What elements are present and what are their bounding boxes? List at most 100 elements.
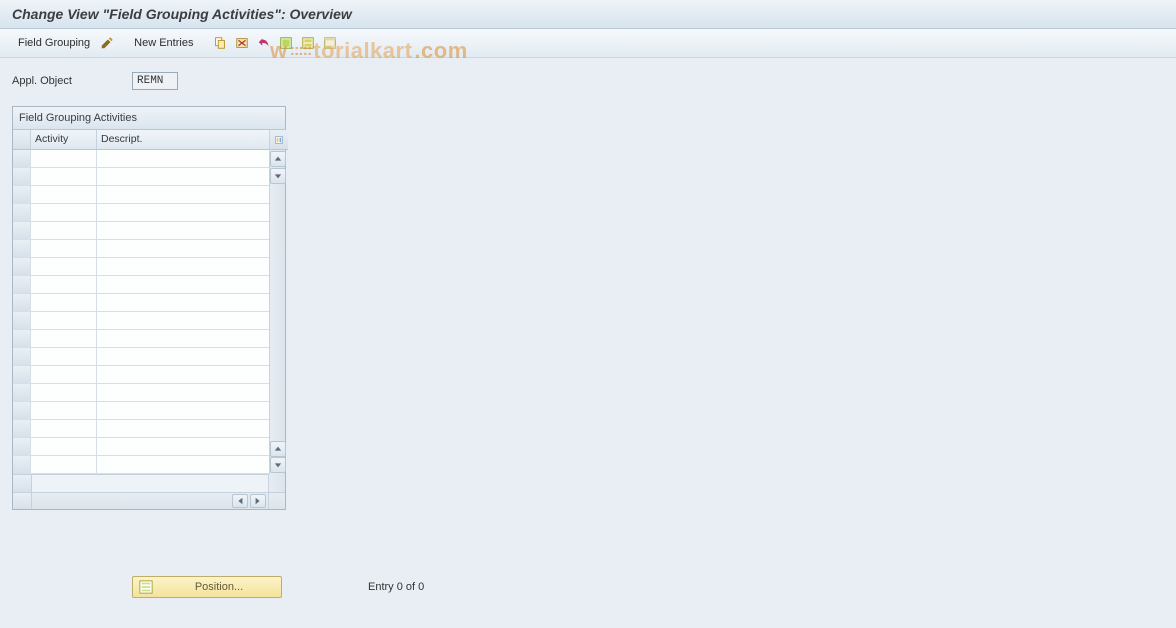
cell-descript[interactable] [97,168,269,186]
cell-activity[interactable] [31,276,97,294]
table-row[interactable] [13,330,269,348]
cell-descript[interactable] [97,150,269,168]
undo-icon[interactable] [255,34,273,52]
cell-activity[interactable] [31,384,97,402]
table-row[interactable] [13,204,269,222]
row-selector[interactable] [13,150,31,168]
cell-activity[interactable] [31,258,97,276]
toggle-change-icon[interactable] [98,34,116,52]
appl-object-field[interactable] [132,72,178,90]
table-row[interactable] [13,384,269,402]
cell-activity[interactable] [31,366,97,384]
cell-descript[interactable] [97,348,269,366]
row-selector[interactable] [13,186,31,204]
table-row[interactable] [13,348,269,366]
table-row[interactable] [13,150,269,168]
cell-descript[interactable] [97,420,269,438]
cell-descript[interactable] [97,438,269,456]
row-selector[interactable] [13,366,31,384]
row-selector[interactable] [13,438,31,456]
position-button[interactable]: Position... [132,576,282,598]
cell-activity[interactable] [31,438,97,456]
position-icon [139,580,153,594]
new-entries-button[interactable]: New Entries [130,35,197,51]
table-row[interactable] [13,366,269,384]
table-row[interactable] [13,456,269,474]
cell-descript[interactable] [97,366,269,384]
row-selector[interactable] [13,294,31,312]
select-block-icon[interactable] [299,34,317,52]
cell-activity[interactable] [31,168,97,186]
app-toolbar: Field Grouping New Entries [0,29,1176,58]
table-row[interactable] [13,240,269,258]
table-settings-icon[interactable] [270,130,288,150]
table-row[interactable] [13,168,269,186]
scroll-down-small-icon[interactable] [270,168,286,184]
cell-activity[interactable] [31,294,97,312]
row-selector[interactable] [13,204,31,222]
cell-descript[interactable] [97,402,269,420]
copy-icon[interactable] [211,34,229,52]
cell-activity[interactable] [31,348,97,366]
vertical-scrollbar[interactable] [269,130,285,474]
cell-descript[interactable] [97,276,269,294]
cell-descript[interactable] [97,204,269,222]
table-row[interactable] [13,312,269,330]
cell-descript[interactable] [97,456,269,474]
row-selector[interactable] [13,348,31,366]
cell-descript[interactable] [97,186,269,204]
row-selector[interactable] [13,456,31,474]
table-row[interactable] [13,186,269,204]
cell-activity[interactable] [31,150,97,168]
cell-activity[interactable] [31,456,97,474]
row-selector[interactable] [13,276,31,294]
deselect-all-icon[interactable] [321,34,339,52]
cell-activity[interactable] [31,330,97,348]
table-row[interactable] [13,420,269,438]
content-area: Appl. Object Field Grouping Activities A… [0,58,1176,520]
cell-activity[interactable] [31,420,97,438]
row-selector[interactable] [13,222,31,240]
delete-icon[interactable] [233,34,251,52]
row-selector[interactable] [13,330,31,348]
table-row[interactable] [13,276,269,294]
scroll-left-icon[interactable] [232,494,248,508]
row-selector[interactable] [13,258,31,276]
row-selector[interactable] [13,312,31,330]
page-title: Change View "Field Grouping Activities":… [12,6,352,22]
column-activity[interactable]: Activity [31,130,97,149]
table-row[interactable] [13,294,269,312]
cell-descript[interactable] [97,222,269,240]
row-selector[interactable] [13,168,31,186]
entry-status: Entry 0 of 0 [368,581,424,593]
cell-descript[interactable] [97,258,269,276]
table-row[interactable] [13,438,269,456]
row-selector[interactable] [13,420,31,438]
scroll-up-bottom-icon[interactable] [270,441,286,457]
cell-activity[interactable] [31,186,97,204]
column-selector[interactable] [13,130,31,149]
table-row[interactable] [13,222,269,240]
horizontal-scrollbar[interactable] [13,492,285,509]
cell-descript[interactable] [97,330,269,348]
cell-descript[interactable] [97,294,269,312]
row-selector[interactable] [13,402,31,420]
cell-descript[interactable] [97,240,269,258]
cell-descript[interactable] [97,384,269,402]
cell-activity[interactable] [31,222,97,240]
cell-descript[interactable] [97,312,269,330]
scroll-down-icon[interactable] [270,457,286,473]
row-selector[interactable] [13,384,31,402]
select-all-icon[interactable] [277,34,295,52]
table-row[interactable] [13,402,269,420]
field-grouping-menu[interactable]: Field Grouping [14,35,94,51]
column-descript[interactable]: Descript. [97,130,269,149]
cell-activity[interactable] [31,204,97,222]
cell-activity[interactable] [31,312,97,330]
scroll-up-icon[interactable] [270,151,286,167]
table-row[interactable] [13,258,269,276]
row-selector[interactable] [13,240,31,258]
scroll-right-icon[interactable] [250,494,266,508]
cell-activity[interactable] [31,240,97,258]
cell-activity[interactable] [31,402,97,420]
